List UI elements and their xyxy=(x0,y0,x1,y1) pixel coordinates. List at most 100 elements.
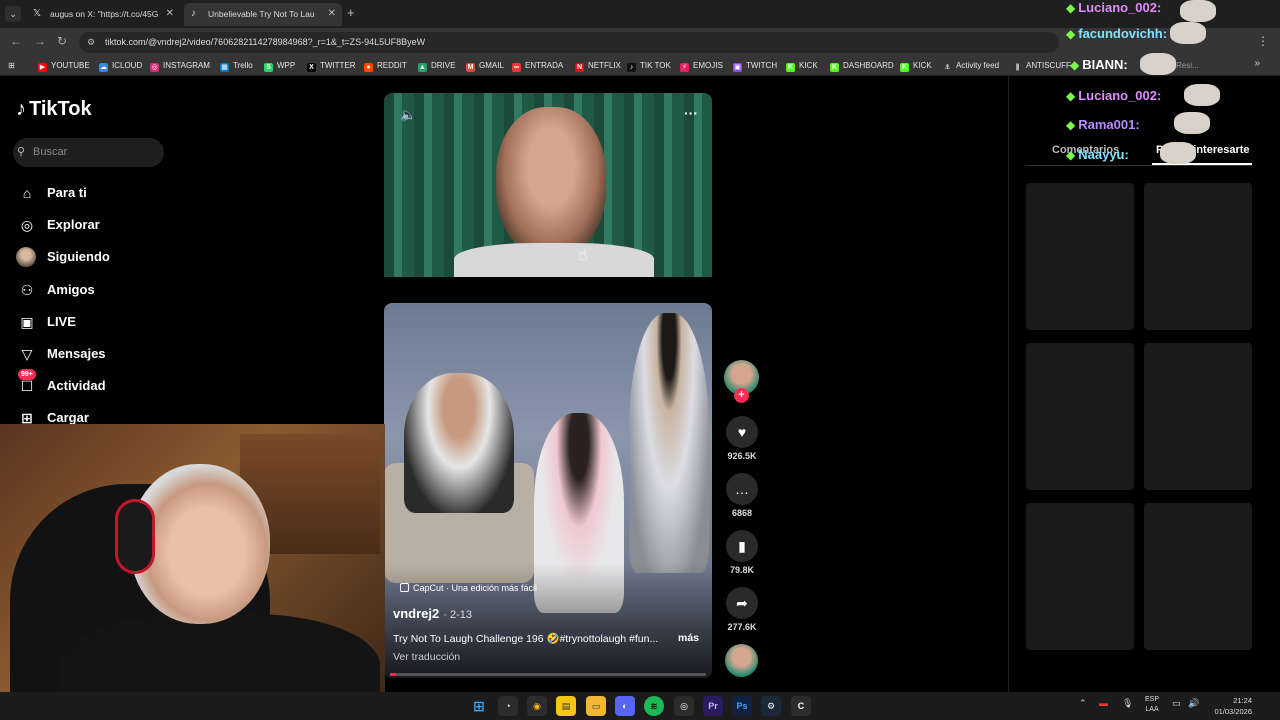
like-button[interactable]: ♥ 926.5K xyxy=(722,416,762,461)
see-translation-link[interactable]: Ver traducción xyxy=(393,651,460,663)
capcut-anchor[interactable]: CapCut · Una edición más fácil xyxy=(400,583,537,593)
chrome-icon[interactable]: ◉ xyxy=(527,696,547,716)
nav-item-mensajes[interactable]: ▽ Mensajes xyxy=(14,343,254,365)
bookmark-item[interactable]: ▦ Trello xyxy=(220,59,253,73)
premiere-icon[interactable]: Pr xyxy=(703,696,723,716)
suggested-video-tile[interactable] xyxy=(1026,343,1134,490)
follow-button[interactable]: + xyxy=(734,388,749,403)
chevron-right-icon[interactable]: » xyxy=(1254,58,1260,69)
bookmark-icon: ⚡ xyxy=(680,63,689,72)
bookmark-item[interactable]: ● REDDIT xyxy=(364,59,407,73)
more-options-icon[interactable]: ··· xyxy=(684,105,698,121)
bookmark-item[interactable]: X TWITTER xyxy=(307,59,356,73)
music-disc-avatar[interactable] xyxy=(725,644,758,677)
nav-item-amigos[interactable]: ⚇ Amigos xyxy=(14,279,254,301)
bookmark-label: Trello xyxy=(233,61,253,70)
steam-icon[interactable]: ⚙ xyxy=(761,696,781,716)
bookmark-item[interactable]: ♪ TIK TOK xyxy=(627,59,671,73)
chat-username: Luciano_002: xyxy=(1078,88,1162,103)
chat-badge-icon: ◆ xyxy=(1070,58,1080,72)
new-tab-button[interactable]: + xyxy=(347,5,355,20)
bookmark-item[interactable]: ⚓ Activity feed xyxy=(943,59,999,73)
search-input[interactable]: ⚲ Buscar xyxy=(13,138,164,167)
bookmark-icon: ⚓ xyxy=(943,63,952,72)
notification-badge: 99+ xyxy=(18,369,36,380)
bookmark-item[interactable]: ☁ ICLOUD xyxy=(99,59,142,73)
chat-username: facundovichh: xyxy=(1078,26,1168,41)
file-explorer-icon[interactable]: ▭ xyxy=(586,696,606,716)
task-view-icon[interactable]: ◔ xyxy=(498,696,518,716)
video-caption: Try Not To Laugh Challenge 196 🤣#trynott… xyxy=(393,633,659,645)
bookmark-item[interactable]: ▣ TWITCH xyxy=(733,59,777,73)
nav-item-para-ti[interactable]: ⌂ Para ti xyxy=(14,182,254,204)
browser-menu-icon[interactable]: ⋮ xyxy=(1257,34,1269,48)
bookmark-label: ENTRADA xyxy=(525,61,564,70)
microphone-icon[interactable]: 🎙 xyxy=(1122,698,1133,709)
network-icon[interactable]: ▭ xyxy=(1172,698,1181,709)
bookmark-item[interactable]: M GMAIL xyxy=(466,59,504,73)
app-icon[interactable]: C xyxy=(791,696,811,716)
bookmark-overflow-item[interactable]: Resi... xyxy=(1176,59,1199,73)
save-button[interactable]: ▮ 79.8K xyxy=(722,530,762,575)
video-previous[interactable]: 🔈 ··· xyxy=(384,93,712,277)
address-input[interactable]: ⚙ tiktok.com/@vndrej2/video/760628211427… xyxy=(79,32,1059,53)
nav-item-live[interactable]: ▣ LIVE xyxy=(14,311,254,333)
bookmark-item[interactable]: ∞ ENTRADA xyxy=(512,59,563,73)
suggested-video-tile[interactable] xyxy=(1026,503,1134,650)
nav-item-actividad[interactable]: ☐ 99+ Actividad xyxy=(14,369,254,397)
suggested-video-tile[interactable] xyxy=(1026,183,1134,330)
apps-icon[interactable]: ⊞ xyxy=(8,59,15,73)
bookmark-item[interactable]: ⚡ EMOJIS xyxy=(680,59,723,73)
back-icon[interactable]: ← xyxy=(10,34,22,48)
bookmark-item[interactable]: ▶ YOUTUBE xyxy=(38,59,90,73)
video-progress-bar[interactable] xyxy=(390,673,706,676)
tab-x[interactable]: 𝕏 augus on X: "https://t.co/45G ✕ xyxy=(26,3,180,26)
bookmark-item[interactable]: K DASHBOARD xyxy=(830,59,894,73)
tiktok-note-icon: ♪ xyxy=(16,98,26,120)
volume-icon[interactable]: 🔈 xyxy=(400,107,416,123)
video-player[interactable]: CapCut · Una edición más fácil vndrej2 · … xyxy=(384,303,712,678)
suggested-video-tile[interactable] xyxy=(1144,183,1252,330)
suggested-video-tile[interactable] xyxy=(1144,343,1252,490)
like-count: 926.5K xyxy=(727,451,757,461)
site-info-icon[interactable]: ⚙ xyxy=(87,32,95,53)
nav-item-siguiendo[interactable]: Siguiendo xyxy=(14,246,254,268)
tray-chevron-icon[interactable]: ⌃ xyxy=(1079,698,1087,709)
comment-button[interactable]: … 6868 xyxy=(722,473,762,518)
reload-icon[interactable]: ↻ xyxy=(57,34,67,48)
bookmark-item[interactable]: N NETFLIX xyxy=(575,59,621,73)
bookmark-item[interactable]: ∥ ANTISCUFF xyxy=(1013,59,1071,73)
bookmark-item[interactable]: S WPP xyxy=(264,59,295,73)
nav-label: Cargar xyxy=(47,410,89,425)
capcut-label: CapCut · Una edición más fácil xyxy=(413,583,538,593)
forward-icon[interactable]: → xyxy=(34,34,46,48)
language-indicator[interactable]: ESP LAA xyxy=(1145,695,1159,715)
bookmark-label: Activity feed xyxy=(956,61,1000,70)
bookmark-icon: K xyxy=(830,63,839,72)
bookmark-item[interactable]: K KICK xyxy=(786,59,818,73)
windows-start-icon[interactable]: ⊞ xyxy=(469,696,489,716)
suggested-video-tile[interactable] xyxy=(1144,503,1252,650)
video-author[interactable]: vndrej2 · 2-13 xyxy=(393,606,472,621)
system-clock[interactable]: 21:24 01/03/2026 xyxy=(1206,695,1252,717)
volume-tray-icon[interactable]: 🔊 xyxy=(1188,698,1199,709)
sticky-notes-icon[interactable]: ▤ xyxy=(556,696,576,716)
bookmark-item[interactable]: ◎ INSTAGRAM xyxy=(150,59,210,73)
tray-app-icon[interactable]: ▬ xyxy=(1099,698,1108,708)
close-icon[interactable]: ✕ xyxy=(328,3,336,25)
spotify-icon[interactable]: ≋ xyxy=(644,696,664,716)
bookmark-label: WPP xyxy=(277,61,296,70)
tiktok-logo[interactable]: ♪ TikTok xyxy=(16,98,92,121)
tab-search-button[interactable]: ⌄ xyxy=(5,6,21,22)
caption-more-link[interactable]: más xyxy=(678,632,699,644)
photoshop-icon[interactable]: Ps xyxy=(732,696,752,716)
share-button[interactable]: ➦ 277.6K xyxy=(722,587,762,632)
obs-icon[interactable]: ◎ xyxy=(674,696,694,716)
tab-tiktok[interactable]: ♪ Unbelievable Try Not To Lau ✕ xyxy=(184,3,342,26)
discord-icon[interactable]: ◐ xyxy=(615,696,635,716)
bookmark-item[interactable]: K KICK xyxy=(900,59,932,73)
close-icon[interactable]: ✕ xyxy=(166,3,174,25)
chat-message: ◆ facundovichh: xyxy=(1066,26,1167,41)
bookmark-item[interactable]: ▲ DRIVE xyxy=(418,59,455,73)
nav-item-explorar[interactable]: ◎ Explorar xyxy=(14,214,254,236)
